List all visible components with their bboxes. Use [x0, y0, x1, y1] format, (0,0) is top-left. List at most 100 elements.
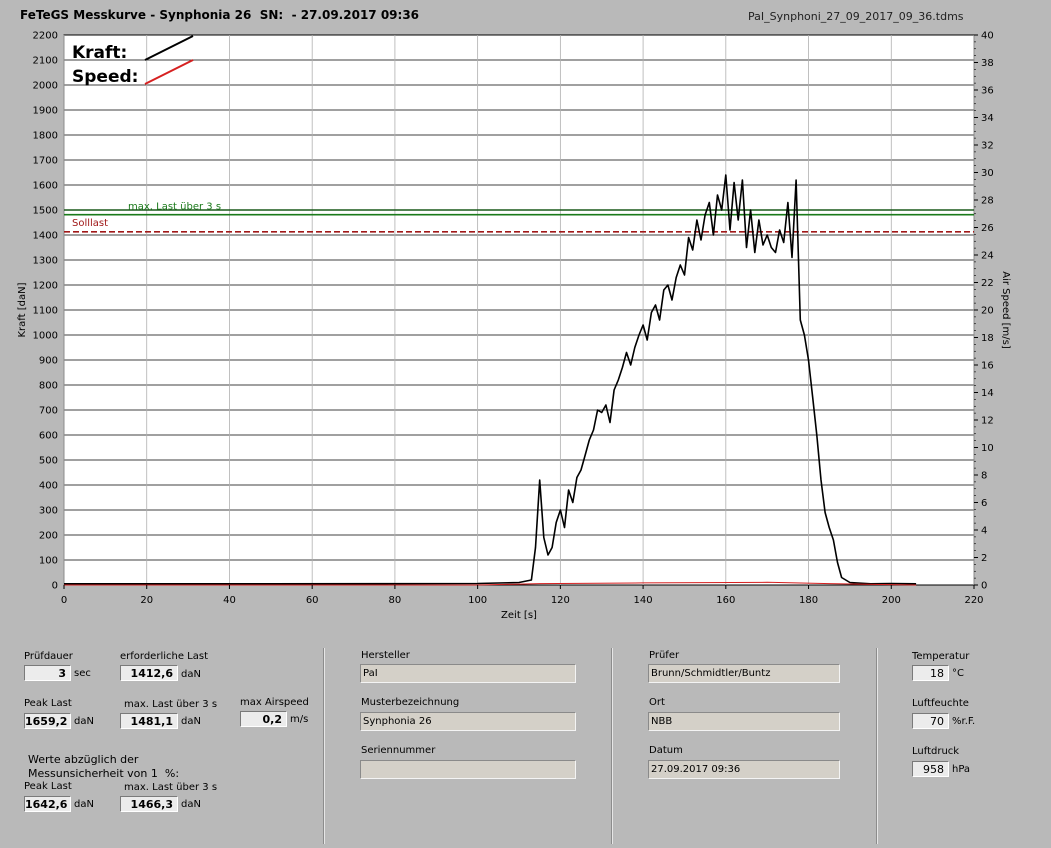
y2-tick-label: 30 — [981, 168, 994, 179]
y2-tick-label: 24 — [981, 251, 994, 262]
y-tick-label: 2000 — [33, 81, 58, 92]
y-tick-label: 500 — [39, 456, 58, 467]
y2-tick-label: 8 — [981, 471, 987, 482]
pruefdauer-value: 3 — [24, 665, 71, 681]
y2-tick-label: 12 — [981, 416, 994, 427]
y-tick-label: 700 — [39, 406, 58, 417]
x-tick-label: 0 — [61, 595, 67, 606]
y2-tick-label: 22 — [981, 278, 994, 289]
y-tick-label: 1200 — [33, 281, 58, 292]
werte-note-line2: Messunsicherheit von 1 %: — [28, 767, 180, 780]
hersteller-label: Hersteller — [361, 650, 410, 661]
y-tick-label: 800 — [39, 381, 58, 392]
max-last-value: 1481,1 — [120, 713, 178, 729]
measurement-chart: max. Last über 3 sSolllast 0100200300400… — [17, 31, 1011, 622]
y2-tick-label: 38 — [981, 58, 994, 69]
y2-tick-label: 26 — [981, 223, 994, 234]
y2-tick-label: 14 — [981, 388, 994, 399]
x-tick-label: 80 — [389, 595, 402, 606]
hersteller-field[interactable]: PaI — [360, 664, 576, 683]
ort-label: Ort — [649, 697, 665, 708]
y2-tick-label: 4 — [981, 526, 987, 537]
y-tick-label: 100 — [39, 556, 58, 567]
luftdruck-label: Luftdruck — [912, 746, 960, 757]
x-tick-label: 160 — [716, 595, 735, 606]
pruefer-field[interactable]: Brunn/Schmidtler/Buntz — [648, 664, 840, 683]
y2-tick-label: 34 — [981, 113, 994, 124]
pruefdauer-label: Prüfdauer — [24, 651, 73, 662]
separator — [323, 648, 325, 844]
x-tick-label: 140 — [634, 595, 653, 606]
separator — [611, 648, 613, 844]
erf-last-value: 1412,6 — [120, 665, 178, 681]
legend-label: Kraft: — [72, 43, 127, 63]
y-tick-label: 1300 — [33, 256, 58, 267]
muster-label: Musterbezeichnung — [361, 697, 460, 708]
y2-tick-label: 18 — [981, 333, 994, 344]
x-tick-label: 120 — [551, 595, 570, 606]
max-airspeed-unit: m/s — [290, 714, 309, 725]
datum-field[interactable]: 27.09.2017 09:36 — [648, 760, 840, 779]
y2-tick-label: 16 — [981, 361, 994, 372]
werte-note-line1: Werte abzüglich der — [28, 753, 139, 766]
y-tick-label: 200 — [39, 531, 58, 542]
peak-last-corr-label: Peak Last — [24, 781, 72, 792]
y2-tick-label: 32 — [981, 141, 994, 152]
y2-tick-label: 0 — [981, 581, 987, 592]
erf-last-label: erforderliche Last — [120, 651, 209, 662]
max-last-corr-unit: daN — [181, 799, 201, 810]
max-last-corr-label: max. Last über 3 s — [124, 782, 218, 793]
y-tick-label: 600 — [39, 431, 58, 442]
pruefdauer-unit: sec — [74, 668, 91, 679]
max-last-unit: daN — [181, 716, 201, 727]
muster-field[interactable]: Synphonia 26 — [360, 712, 576, 731]
legend-label: Speed: — [72, 67, 138, 87]
y-tick-label: 2200 — [33, 31, 58, 42]
x-tick-label: 220 — [964, 595, 983, 606]
y-tick-label: 1700 — [33, 156, 58, 167]
y-axis-title: Kraft [daN] — [17, 282, 28, 337]
serien-label: Seriennummer — [361, 745, 436, 756]
datum-label: Datum — [649, 745, 683, 756]
y-tick-label: 1800 — [33, 131, 58, 142]
x-tick-label: 100 — [468, 595, 487, 606]
y2-tick-label: 36 — [981, 86, 994, 97]
x-tick-label: 20 — [140, 595, 153, 606]
y2-tick-label: 20 — [981, 306, 994, 317]
x-tick-label: 40 — [223, 595, 236, 606]
peak-last-corr-value: 1642,6 — [24, 796, 71, 812]
peak-last-value: 1659,2 — [24, 713, 71, 729]
luftfeuchte-unit: %r.F. — [952, 716, 976, 727]
serien-field[interactable] — [360, 760, 576, 779]
x-axis-title: Zeit [s] — [501, 610, 537, 621]
y-tick-label: 1500 — [33, 206, 58, 217]
peak-last-label: Peak Last — [24, 698, 72, 709]
y-tick-label: 1400 — [33, 231, 58, 242]
luftdruck-value: 958 — [912, 761, 949, 777]
y2-tick-label: 2 — [981, 553, 987, 564]
reference-label: Solllast — [72, 218, 108, 229]
temperatur-label: Temperatur — [912, 651, 970, 662]
peak-last-corr-unit: daN — [74, 799, 94, 810]
x-tick-label: 200 — [882, 595, 901, 606]
separator — [876, 648, 878, 844]
max-last-label: max. Last über 3 s — [124, 699, 218, 710]
x-tick-label: 60 — [306, 595, 319, 606]
pruefer-label: Prüfer — [649, 650, 680, 661]
y-tick-label: 1600 — [33, 181, 58, 192]
y2-tick-label: 10 — [981, 443, 994, 454]
y2-tick-label: 6 — [981, 498, 987, 509]
max-last-corr-value: 1466,3 — [120, 796, 178, 812]
erf-last-unit: daN — [181, 669, 201, 680]
max-airspeed-value: 0,2 — [240, 711, 287, 727]
luftfeuchte-label: Luftfeuchte — [912, 698, 969, 709]
y2-tick-label: 28 — [981, 196, 994, 207]
ort-field[interactable]: NBB — [648, 712, 840, 731]
y-tick-label: 0 — [52, 581, 58, 592]
y-tick-label: 400 — [39, 481, 58, 492]
y-tick-label: 1000 — [33, 331, 58, 342]
y2-tick-label: 40 — [981, 31, 994, 42]
y-tick-label: 300 — [39, 506, 58, 517]
max-airspeed-label: max Airspeed — [240, 697, 309, 708]
y-tick-label: 2100 — [33, 56, 58, 67]
